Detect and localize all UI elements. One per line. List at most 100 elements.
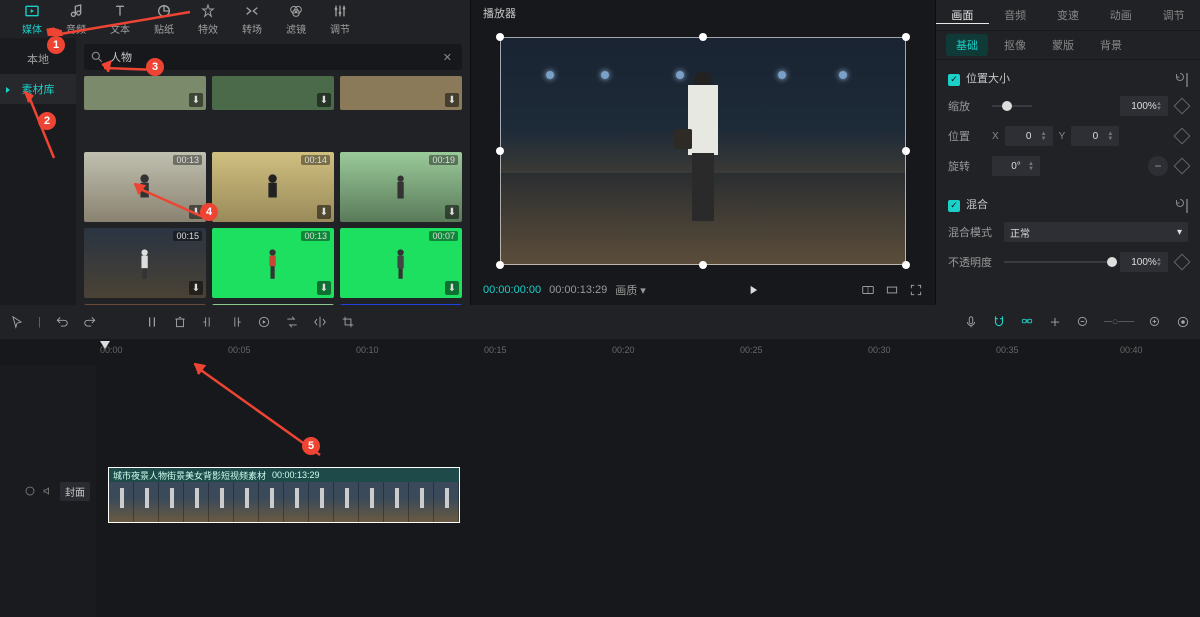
mute-track-icon[interactable] bbox=[42, 485, 54, 497]
split-icon[interactable] bbox=[145, 315, 159, 329]
reset-icon[interactable] bbox=[1174, 197, 1186, 209]
play-icon bbox=[746, 283, 760, 297]
media-thumb[interactable]: 00:19⬇ bbox=[340, 152, 462, 222]
keyframe-icon[interactable] bbox=[1174, 158, 1191, 175]
redo-icon[interactable] bbox=[83, 315, 97, 329]
clear-search-button[interactable]: ✕ bbox=[439, 51, 456, 64]
resize-handle[interactable] bbox=[496, 261, 504, 269]
annotation-marker-1: 1 bbox=[47, 36, 65, 54]
pos-x-value[interactable]: 0▲▼ bbox=[1005, 126, 1053, 146]
subtab-basic[interactable]: 基础 bbox=[946, 34, 988, 56]
tab-audio-prop[interactable]: 音频 bbox=[989, 7, 1042, 23]
media-thumb[interactable]: ⬇ bbox=[84, 76, 206, 110]
blend-mode-select[interactable]: 正常▾ bbox=[1004, 222, 1188, 242]
checkbox-icon[interactable] bbox=[948, 200, 960, 212]
compare-icon[interactable] bbox=[861, 283, 875, 297]
scale-value[interactable]: 100%▲▼ bbox=[1120, 96, 1168, 116]
resize-handle[interactable] bbox=[699, 261, 707, 269]
download-icon[interactable]: ⬇ bbox=[317, 281, 331, 295]
resize-handle[interactable] bbox=[699, 33, 707, 41]
download-icon[interactable]: ⬇ bbox=[189, 93, 203, 107]
subtab-cutout[interactable]: 抠像 bbox=[994, 34, 1036, 56]
media-thumb[interactable]: 00:14⬇ bbox=[212, 304, 334, 305]
player-controls: 00:00:00:00 00:00:13:29 画质 ▾ bbox=[471, 275, 935, 305]
media-thumb[interactable]: 00:14⬇ bbox=[212, 152, 334, 222]
rotate-value[interactable]: 0°▲▼ bbox=[992, 156, 1040, 176]
magnet-main-icon[interactable] bbox=[992, 314, 1006, 328]
resize-handle[interactable] bbox=[902, 33, 910, 41]
download-icon[interactable]: ⬇ bbox=[445, 205, 459, 219]
zoom-out-icon[interactable] bbox=[1076, 315, 1090, 329]
quality-selector[interactable]: 画质 ▾ bbox=[615, 282, 646, 298]
tab-anim[interactable]: 动画 bbox=[1094, 7, 1147, 23]
media-thumb[interactable]: 00:13⬇ bbox=[212, 228, 334, 298]
mic-icon[interactable] bbox=[964, 315, 978, 329]
mirror-icon[interactable] bbox=[313, 315, 327, 329]
preview-toggle-icon[interactable] bbox=[1048, 315, 1062, 329]
download-icon[interactable]: ⬇ bbox=[189, 281, 203, 295]
scale-slider[interactable] bbox=[992, 105, 1032, 107]
freeze-icon[interactable] bbox=[257, 315, 271, 329]
crop-icon[interactable] bbox=[341, 315, 355, 329]
resize-handle[interactable] bbox=[496, 33, 504, 41]
video-preview[interactable] bbox=[500, 37, 906, 265]
tab-video[interactable]: 画面 bbox=[936, 7, 989, 24]
opacity-slider[interactable] bbox=[1004, 261, 1112, 263]
person-icon bbox=[364, 166, 437, 208]
download-icon[interactable]: ⬇ bbox=[445, 93, 459, 107]
opacity-value[interactable]: 100%▲▼ bbox=[1120, 252, 1168, 272]
splitleft-icon[interactable] bbox=[201, 315, 215, 329]
reverse-icon[interactable] bbox=[285, 315, 299, 329]
checkbox-icon[interactable] bbox=[948, 74, 960, 86]
rotate-btn[interactable]: − bbox=[1148, 156, 1168, 176]
reset-icon[interactable] bbox=[1174, 71, 1186, 83]
media-thumb[interactable]: 00:07⬇ bbox=[340, 228, 462, 298]
media-thumb-selected[interactable]: 00:15⬇ bbox=[84, 228, 206, 298]
download-icon[interactable]: ⬇ bbox=[317, 205, 331, 219]
media-thumb[interactable]: 00:12⬇ bbox=[84, 304, 206, 305]
fullscreen-icon[interactable] bbox=[909, 283, 923, 297]
keyframe-icon[interactable] bbox=[1174, 128, 1191, 145]
hide-track-icon[interactable] bbox=[24, 485, 36, 497]
tab-filter[interactable]: 滤镜 bbox=[278, 1, 314, 37]
track-cover-button[interactable]: 封面 bbox=[60, 482, 90, 501]
undo-icon[interactable] bbox=[55, 315, 69, 329]
download-icon[interactable]: ⬇ bbox=[317, 93, 331, 107]
section-position-size: 位置大小 bbox=[948, 70, 1188, 86]
subtab-bg[interactable]: 背景 bbox=[1090, 34, 1132, 56]
play-button[interactable] bbox=[654, 283, 853, 297]
tab-adjust-prop[interactable]: 调节 bbox=[1147, 7, 1200, 23]
media-thumb[interactable]: ⬇ bbox=[340, 76, 462, 110]
media-thumb[interactable]: ⬇ bbox=[212, 76, 334, 110]
resize-handle[interactable] bbox=[902, 147, 910, 155]
keyframe-icon[interactable] bbox=[1186, 199, 1188, 213]
clip-title: 城市夜景人物街景美女背影短视频素材 bbox=[113, 469, 266, 482]
player-title: 播放器 bbox=[471, 0, 935, 26]
timeline-toolbar: | ─○── bbox=[0, 305, 1200, 339]
track-header: 封面 bbox=[0, 365, 96, 617]
tab-speed[interactable]: 变速 bbox=[1042, 7, 1095, 23]
tab-transition[interactable]: 转场 bbox=[234, 1, 270, 37]
download-icon[interactable]: ⬇ bbox=[445, 281, 459, 295]
ratio-icon[interactable] bbox=[885, 283, 899, 297]
resize-handle[interactable] bbox=[496, 147, 504, 155]
delete-icon[interactable] bbox=[173, 315, 187, 329]
tab-adjust[interactable]: 调节 bbox=[322, 1, 358, 37]
select-tool-icon[interactable] bbox=[10, 315, 24, 329]
resize-handle[interactable] bbox=[902, 261, 910, 269]
link-icon[interactable] bbox=[1020, 314, 1034, 328]
clip-duration: 00:00:13:29 bbox=[272, 470, 320, 480]
pos-y-value[interactable]: 0▲▼ bbox=[1071, 126, 1119, 146]
transition-icon bbox=[244, 3, 260, 19]
keyframe-icon[interactable] bbox=[1174, 98, 1191, 115]
media-thumb[interactable]: 00:09⬇ bbox=[340, 304, 462, 305]
video-clip[interactable]: 城市夜景人物街景美女背影短视频素材 00:00:13:29 bbox=[108, 467, 460, 523]
section-blend: 混合 bbox=[948, 196, 1188, 212]
subtab-mask[interactable]: 蒙版 bbox=[1042, 34, 1084, 56]
zoom-fit-icon[interactable] bbox=[1176, 315, 1190, 329]
keyframe-icon[interactable] bbox=[1186, 73, 1188, 87]
keyframe-icon[interactable] bbox=[1174, 254, 1191, 271]
sidebar-local[interactable]: 本地 bbox=[0, 44, 76, 74]
splitright-icon[interactable] bbox=[229, 315, 243, 329]
zoom-in-icon[interactable] bbox=[1148, 315, 1162, 329]
